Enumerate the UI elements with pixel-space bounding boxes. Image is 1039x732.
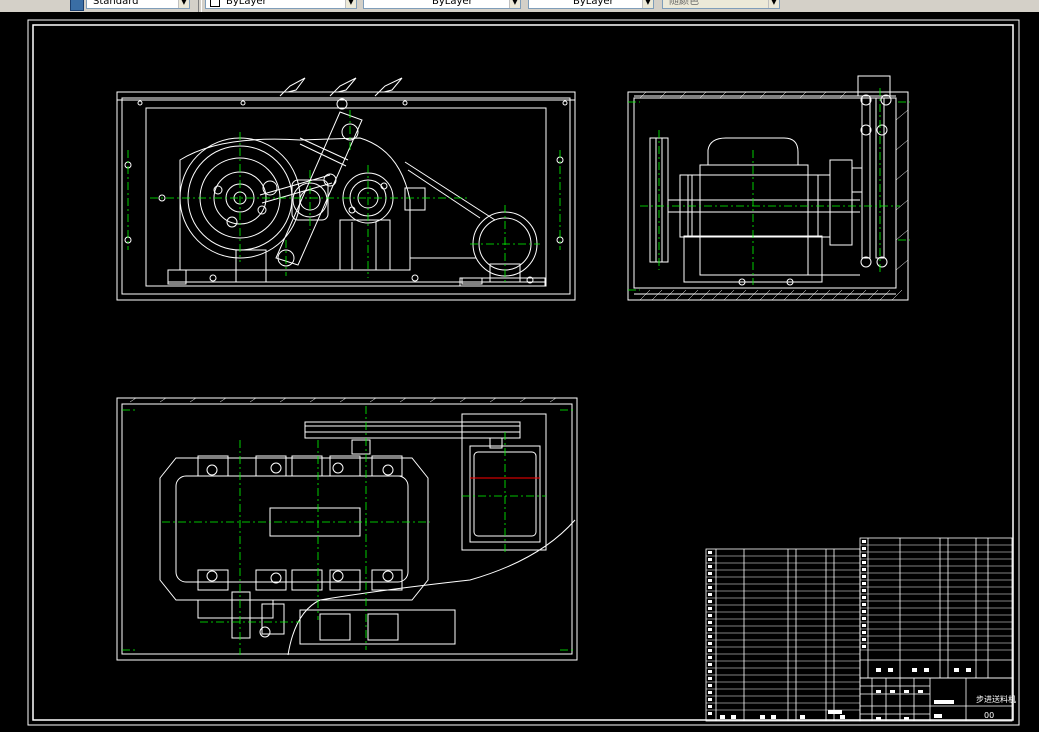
text-style-value: Standard (93, 0, 139, 7)
linetype-dropdown[interactable]: ByLayer ▼ (363, 0, 521, 9)
toolbar-separator (198, 0, 202, 12)
chevron-down-icon[interactable]: ▼ (178, 0, 189, 8)
text-style-icon[interactable] (70, 0, 84, 11)
text-style-dropdown[interactable]: Standard ▼ (86, 0, 190, 9)
linetype-value: ByLayer (432, 0, 473, 7)
plot-style-dropdown[interactable]: 随颜色 ▼ (662, 0, 780, 9)
layer-color-value: ByLayer (226, 0, 267, 7)
drawing-canvas[interactable]: 步进送料机 00 (0, 12, 1039, 732)
chevron-down-icon[interactable]: ▼ (509, 0, 520, 8)
lineweight-dropdown[interactable]: ByLayer ▼ (528, 0, 654, 9)
chevron-down-icon[interactable]: ▼ (768, 0, 779, 8)
layer-color-dropdown[interactable]: ByLayer ▼ (205, 0, 357, 9)
drawing-number: 00 (984, 711, 994, 720)
chevron-down-icon[interactable]: ▼ (345, 0, 356, 8)
color-swatch-icon (210, 0, 220, 7)
chevron-down-icon[interactable]: ▼ (642, 0, 653, 8)
drawing-name: 步进送料机 (976, 694, 1016, 704)
plot-style-value: 随颜色 (669, 0, 699, 7)
lineweight-value: ByLayer (573, 0, 614, 7)
